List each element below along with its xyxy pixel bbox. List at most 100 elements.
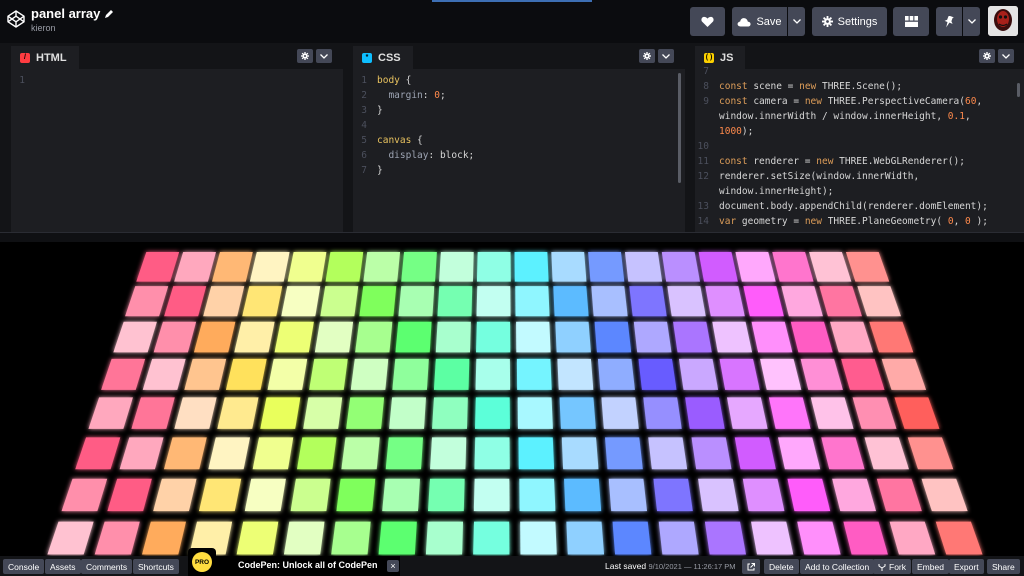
settings-button[interactable]: Settings <box>812 7 887 36</box>
css-icon: * <box>362 52 372 63</box>
codepen-logo-icon[interactable] <box>6 9 26 29</box>
pin-dropdown-button[interactable] <box>963 7 980 36</box>
light-panel <box>935 521 983 555</box>
light-panel <box>119 437 164 470</box>
js-scrollbar[interactable] <box>1017 83 1020 97</box>
light-panel <box>597 358 635 390</box>
open-external-button[interactable] <box>742 559 760 574</box>
light-panel <box>881 358 927 390</box>
light-panel <box>320 286 359 317</box>
js-code-area[interactable]: 7 8 const scene = new THREE.Scene(); 9 const… <box>695 64 1024 229</box>
top-header: panel array kieron Save Settings <box>0 0 1024 43</box>
css-scrollbar[interactable] <box>678 73 681 183</box>
light-panel <box>430 437 467 470</box>
html-settings-button[interactable] <box>297 49 313 63</box>
export-button[interactable]: Export <box>949 559 984 574</box>
light-panel <box>433 358 470 390</box>
delete-button[interactable]: Delete <box>764 559 799 574</box>
pen-title-row[interactable]: panel array <box>31 6 114 21</box>
light-panel <box>274 321 314 353</box>
code-line: 7 <box>695 64 1024 79</box>
light-panel <box>673 321 712 353</box>
code-text: canvas { <box>377 135 423 146</box>
light-panel <box>382 478 420 512</box>
preview-output[interactable] <box>0 242 1024 556</box>
change-view-button[interactable] <box>893 7 929 36</box>
chevron-down-icon <box>792 19 801 24</box>
save-dropdown-button[interactable] <box>788 7 805 36</box>
code-line: 2 margin: 0; <box>353 88 685 103</box>
light-panel <box>633 321 672 353</box>
gear-icon <box>301 52 309 60</box>
love-button[interactable] <box>690 7 725 36</box>
light-panel <box>363 252 401 282</box>
light-panel <box>378 521 417 555</box>
add-to-collection-button[interactable]: Add to Collection <box>800 559 875 574</box>
light-panel <box>211 252 253 282</box>
light-panel <box>476 252 511 282</box>
code-text: } <box>377 165 383 176</box>
css-collapse-button[interactable] <box>658 49 674 63</box>
js-collapse-button[interactable] <box>998 49 1014 63</box>
embed-button[interactable]: Embed <box>912 559 949 574</box>
light-panel <box>281 286 321 317</box>
pencil-icon[interactable] <box>104 9 114 19</box>
light-panel <box>437 286 473 317</box>
light-panel <box>88 397 133 429</box>
shortcuts-button[interactable]: Shortcuts <box>133 559 179 574</box>
light-panel <box>876 478 922 512</box>
code-text: display: block; <box>388 150 475 161</box>
js-settings-button[interactable] <box>979 49 995 63</box>
pen-author[interactable]: kieron <box>31 23 114 33</box>
line-number <box>695 124 719 139</box>
avatar-image <box>988 6 1018 36</box>
light-panel <box>553 286 589 317</box>
console-button[interactable]: Console <box>3 559 45 574</box>
user-avatar[interactable] <box>988 6 1018 36</box>
light-panel <box>678 358 719 390</box>
pen-title[interactable]: panel array <box>31 6 100 21</box>
light-panel <box>331 521 371 555</box>
promo-text[interactable]: CodePen: Unlock all of CodePen <box>238 560 378 570</box>
light-panel <box>809 252 852 282</box>
editor-panes: / HTML 1 * CSS 1 body {2 margin: 0; 3} … <box>0 43 1024 232</box>
settings-label: Settings <box>837 15 878 28</box>
assets-button[interactable]: Assets <box>45 559 81 574</box>
close-icon[interactable]: × <box>387 560 399 572</box>
light-panel <box>760 358 802 390</box>
code-line: 12 renderer.setSize(window.innerWidth, <box>695 169 1024 184</box>
light-panel <box>797 521 841 555</box>
html-collapse-button[interactable] <box>316 49 332 63</box>
code-line: 13 document.body.appendChild(renderer.dom… <box>695 199 1024 214</box>
light-panel <box>869 321 914 353</box>
light-panel <box>303 397 343 429</box>
pro-badge: PRO <box>188 548 216 576</box>
light-panel <box>648 437 688 470</box>
save-button[interactable]: Save <box>732 7 787 36</box>
line-number: 11 <box>697 156 709 167</box>
comments-button[interactable]: Comments <box>81 559 133 574</box>
line-number: 9 <box>703 96 709 107</box>
light-panel <box>751 521 794 555</box>
light-panel <box>355 321 393 353</box>
preview-resize-bar[interactable] <box>0 232 1024 242</box>
light-panel <box>685 397 725 429</box>
light-panel <box>475 358 511 390</box>
share-button[interactable]: Share <box>987 559 1020 574</box>
html-icon: / <box>20 52 30 63</box>
css-code-area[interactable]: 1 body {2 margin: 0; 3} 4 5 canvas {6 display… <box>353 73 685 178</box>
code-line: window.innerHeight); <box>695 184 1024 199</box>
html-tab[interactable]: / HTML <box>11 46 79 69</box>
light-panel <box>290 478 331 512</box>
light-panel <box>242 286 283 317</box>
light-panel <box>841 358 885 390</box>
pin-button[interactable] <box>936 7 962 36</box>
light-panel <box>142 358 186 390</box>
light-panel <box>136 252 180 282</box>
fork-button[interactable]: Fork <box>873 559 911 574</box>
css-settings-button[interactable] <box>639 49 655 63</box>
html-code-area[interactable]: 1 <box>11 73 343 88</box>
css-tab[interactable]: * CSS <box>353 46 413 69</box>
code-text: } <box>377 105 383 116</box>
light-panel <box>591 286 628 317</box>
